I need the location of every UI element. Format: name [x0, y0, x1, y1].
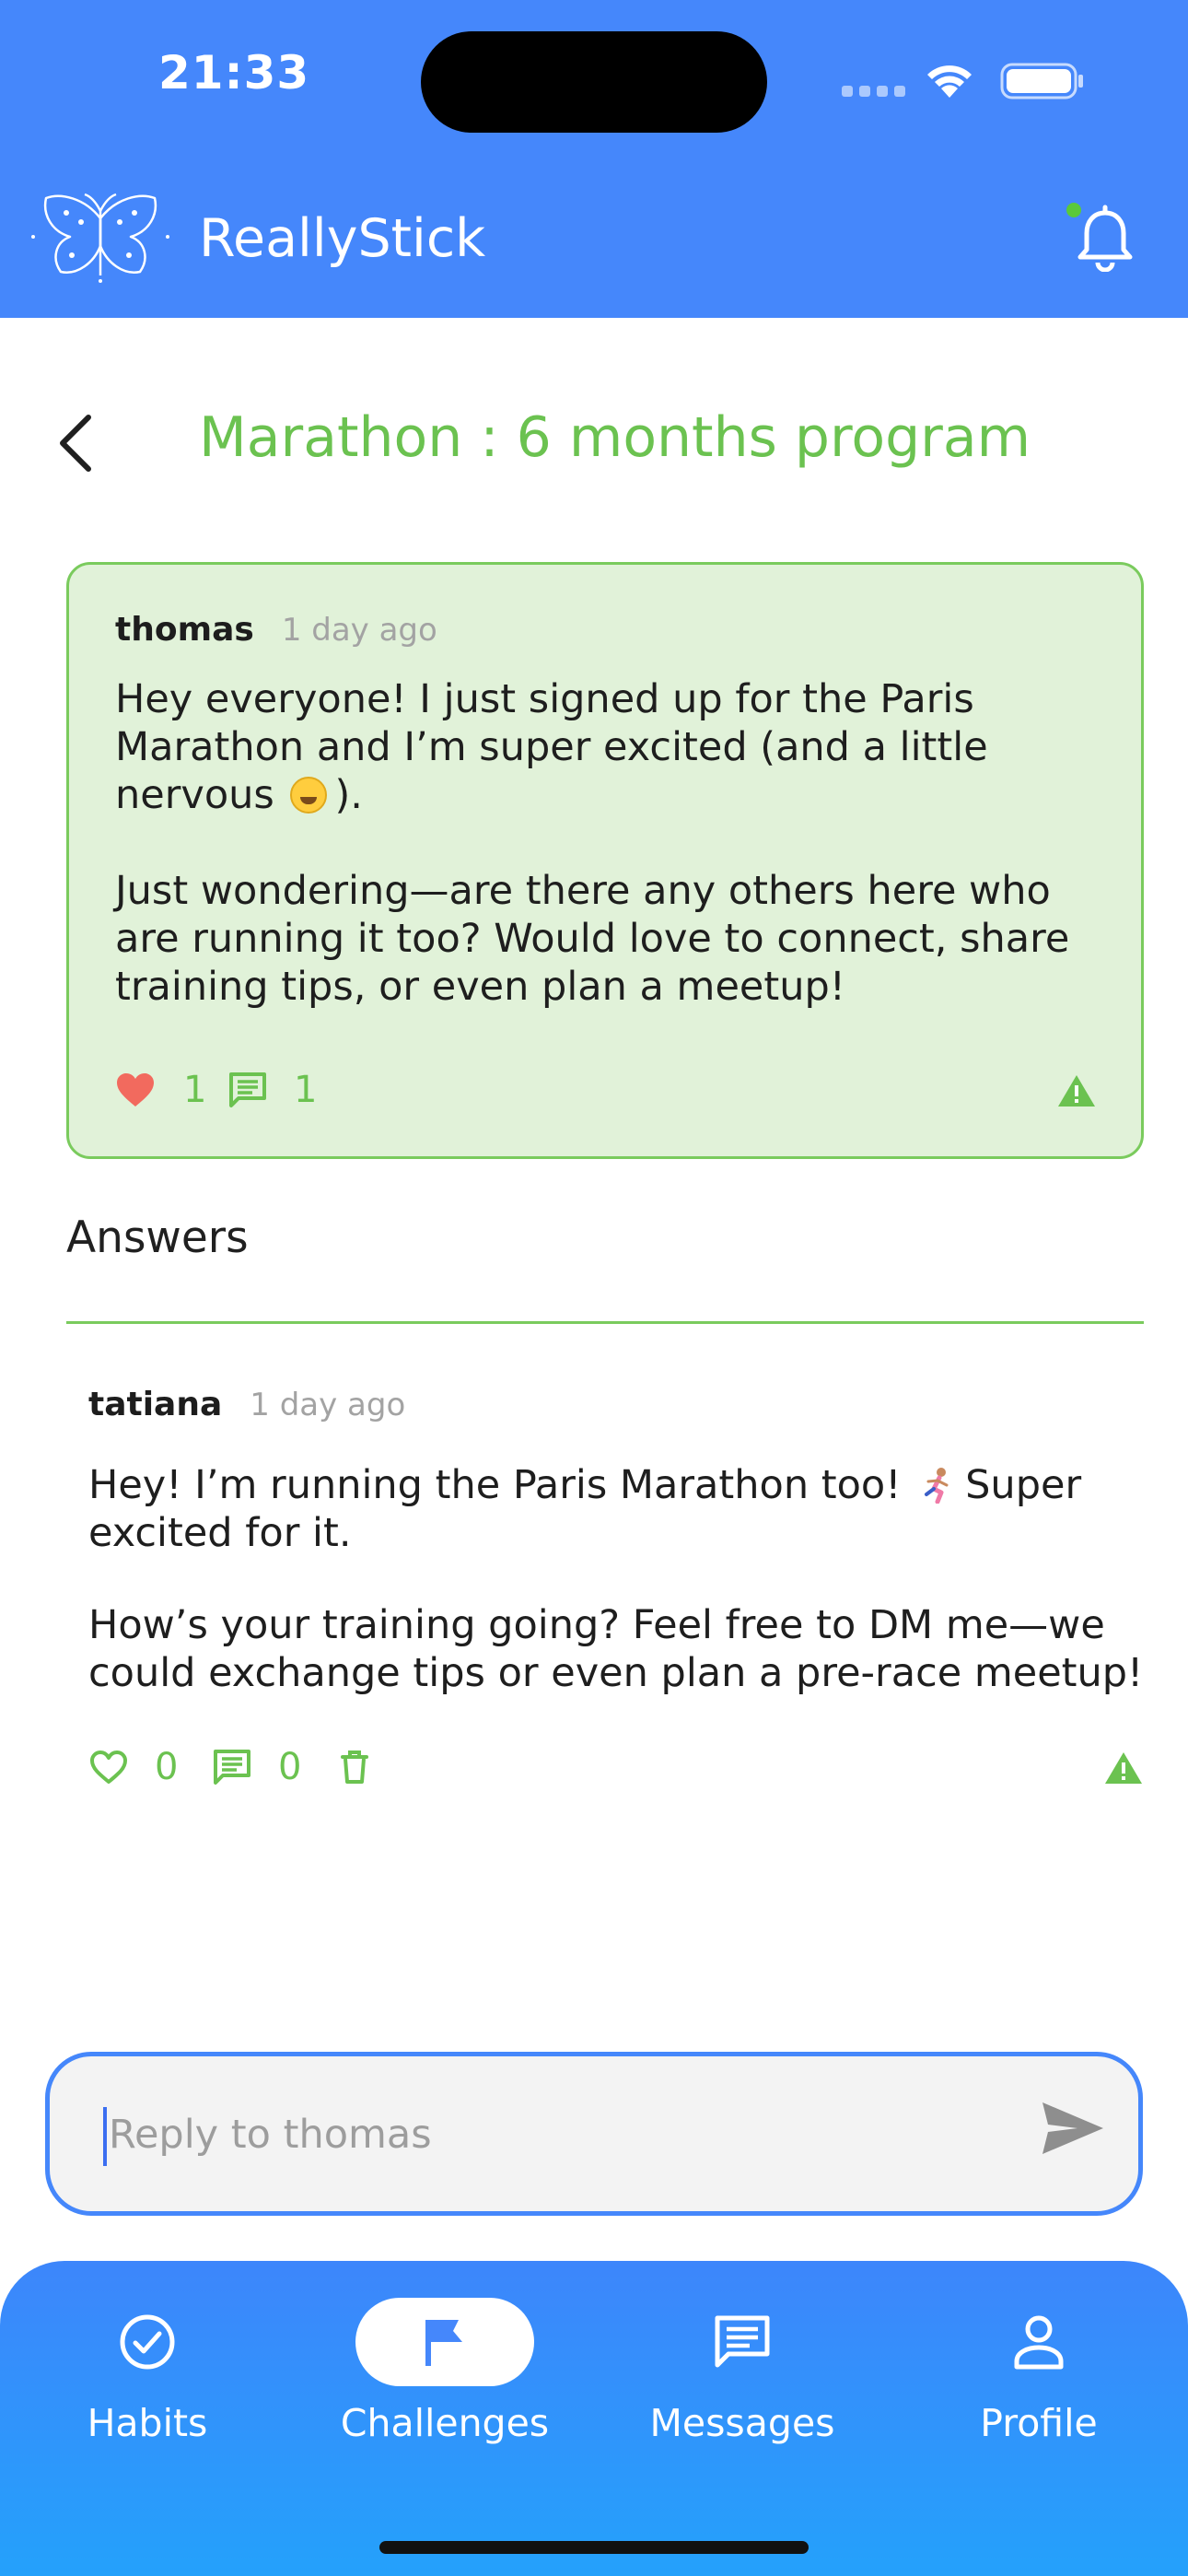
runner-emoji-icon — [925, 1468, 949, 1504]
person-icon — [1014, 2315, 1064, 2370]
bottom-navigation: Habits Challenges Messages Profile — [0, 2261, 1188, 2576]
message-icon — [715, 2315, 770, 2368]
check-circle-icon — [120, 2314, 175, 2370]
dynamic-island — [421, 31, 767, 133]
answer-paragraph: How’s your training going? Feel free to … — [88, 1602, 1144, 1696]
battery-icon — [1000, 63, 1083, 100]
sweat-smile-emoji-icon — [290, 777, 328, 814]
answer-comment-button[interactable]: 0 — [212, 1746, 301, 1788]
answer-like-count: 0 — [155, 1746, 179, 1788]
reply-input[interactable] — [103, 2093, 1024, 2176]
nav-label-messages: Messages — [649, 2401, 835, 2445]
answer-paragraph-text: Hey! I’m running the Paris Marathon too! — [88, 1462, 902, 1508]
post-meta: thomas 1 day ago — [115, 611, 437, 649]
like-count: 1 — [183, 1069, 207, 1111]
nav-label-profile: Profile — [980, 2401, 1098, 2445]
answer-author[interactable]: tatiana — [88, 1386, 222, 1423]
nav-icon-container — [58, 2298, 237, 2386]
nav-item-habits[interactable]: Habits — [0, 2261, 295, 2482]
post-paragraph: Just wondering—are there any others here… — [115, 868, 1070, 1010]
post-time-ago: 1 day ago — [281, 612, 437, 649]
cellular-signal-icon — [842, 86, 905, 97]
notification-dot — [1064, 200, 1084, 220]
answer-comment-count: 0 — [278, 1746, 302, 1788]
answer-body: Hey! I’m running the Paris Marathon too!… — [88, 1461, 1147, 1697]
post-body: Hey everyone! I just signed up for the P… — [115, 675, 1110, 1011]
heart-outline-icon — [90, 1751, 127, 1784]
answer-meta: tatiana 1 day ago — [88, 1386, 405, 1423]
nav-item-profile[interactable]: Profile — [891, 2261, 1186, 2482]
comment-icon — [214, 1750, 250, 1785]
back-arrow-icon[interactable] — [53, 412, 99, 474]
nav-item-challenges[interactable]: Challenges — [297, 2261, 592, 2482]
answer-like-button[interactable]: 0 — [88, 1746, 178, 1788]
send-icon[interactable] — [1041, 2101, 1105, 2156]
answers-heading: Answers — [66, 1212, 249, 1263]
answers-divider — [66, 1321, 1144, 1324]
answer-paragraph: Hey! I’m running the Paris Marathon too!… — [88, 1461, 1147, 1557]
comment-count: 1 — [294, 1069, 318, 1111]
nav-item-messages[interactable]: Messages — [595, 2261, 890, 2482]
butterfly-logo-icon — [31, 193, 169, 283]
answer-actions: 0 0 — [88, 1746, 1144, 1792]
wifi-icon — [927, 65, 972, 98]
reply-box — [45, 2052, 1143, 2216]
report-warning-icon[interactable] — [1103, 1751, 1144, 1786]
nav-icon-container — [653, 2298, 832, 2386]
post-paragraph-text: Hey everyone! I just signed up for the P… — [115, 676, 988, 818]
flag-icon — [425, 2320, 462, 2366]
report-warning-icon[interactable] — [1056, 1073, 1097, 1108]
original-post-card: thomas 1 day ago Hey everyone! I just si… — [66, 562, 1144, 1159]
status-time: 21:33 — [158, 46, 310, 100]
nav-label-challenges: Challenges — [340, 2401, 550, 2445]
nav-icon-container-active — [355, 2298, 534, 2386]
post-paragraph: Hey everyone! I just signed up for the P… — [115, 675, 1110, 819]
app-header: 21:33 ReallyStick — [0, 0, 1188, 318]
answer-time-ago: 1 day ago — [250, 1387, 406, 1423]
delete-trash-icon[interactable] — [339, 1748, 370, 1785]
page-title: Marathon : 6 months program — [199, 405, 1031, 470]
nav-label-habits: Habits — [87, 2401, 208, 2445]
post-actions: 1 1 — [115, 1069, 1097, 1115]
comment-button[interactable]: 1 — [227, 1069, 317, 1111]
home-indicator — [379, 2541, 809, 2554]
post-author[interactable]: thomas — [115, 611, 254, 649]
app-name: ReallyStick — [199, 208, 486, 269]
like-button[interactable]: 1 — [115, 1069, 206, 1111]
nav-icon-container — [949, 2298, 1128, 2386]
comment-icon — [229, 1072, 266, 1107]
heart-filled-icon — [117, 1073, 154, 1107]
post-paragraph-text-end: ). — [334, 772, 363, 818]
